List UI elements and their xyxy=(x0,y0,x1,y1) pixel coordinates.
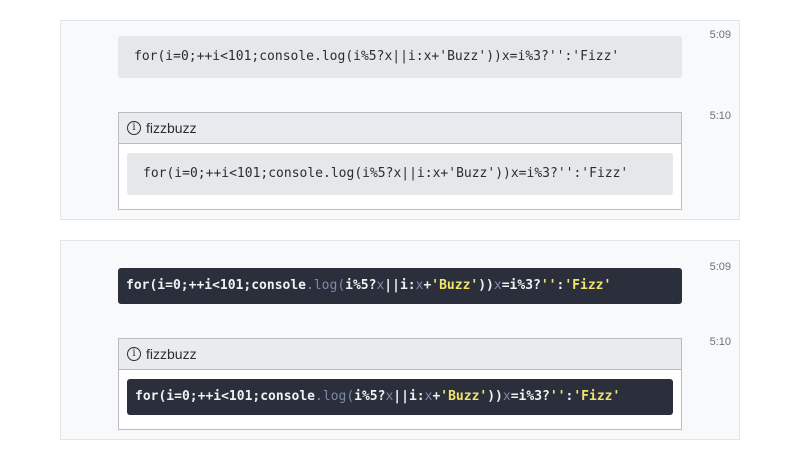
code-token: 'Fizz' xyxy=(564,278,612,293)
message-panel-light: 5:09 for(i=0;++i<101;console.log(i%5?x||… xyxy=(60,20,740,220)
attachment-title: fizzbuzz xyxy=(146,120,197,136)
code-token: )) xyxy=(478,278,494,293)
timestamp: 5:10 xyxy=(709,110,731,122)
code-token: '' xyxy=(540,278,557,293)
attachment-header[interactable]: i fizzbuzz xyxy=(119,339,681,370)
attachment-title: fizzbuzz xyxy=(146,346,197,362)
code-block[interactable]: for(i=0;++i<101;console.log(i%5?x||i:x+'… xyxy=(118,36,682,78)
code-token: =i%3? xyxy=(510,389,550,404)
code-token: for(i=0;++i<101;console xyxy=(126,278,307,293)
code-token: =i%3? xyxy=(501,278,541,293)
code-block[interactable]: for(i=0;++i<101;console.log(i%5?x||i:x+'… xyxy=(118,268,682,304)
info-icon: i xyxy=(127,347,141,361)
info-icon: i xyxy=(127,121,141,135)
attachment-header[interactable]: i fizzbuzz xyxy=(119,113,681,144)
code-token: ||i: xyxy=(393,389,425,404)
code-block[interactable]: for(i=0;++i<101;console.log(i%5?x||i:x+'… xyxy=(127,379,673,415)
code-attachment[interactable]: i fizzbuzz for(i=0;++i<101;console.log(i… xyxy=(118,338,682,430)
code-token: for(i=0;++i<101;console xyxy=(135,389,316,404)
message-panel-dark: 5:09 for(i=0;++i<101;console.log(i%5?x||… xyxy=(60,240,740,440)
code-token: ||i: xyxy=(384,278,416,293)
code-token: 'Buzz' xyxy=(431,278,479,293)
code-token: )) xyxy=(487,389,503,404)
code-token: x xyxy=(493,278,502,293)
code-token: '' xyxy=(549,389,566,404)
timestamp: 5:09 xyxy=(709,29,731,41)
timestamp: 5:09 xyxy=(709,261,731,273)
code-token: i%5? xyxy=(345,278,377,293)
code-attachment[interactable]: i fizzbuzz for(i=0;++i<101;console.log(i… xyxy=(118,112,682,210)
code-token: 'Fizz' xyxy=(573,389,621,404)
code-block[interactable]: for(i=0;++i<101;console.log(i%5?x||i:x+'… xyxy=(127,153,673,195)
code-token: .log( xyxy=(306,278,346,293)
code-token: i%5? xyxy=(354,389,386,404)
code-token: .log( xyxy=(315,389,355,404)
timestamp: 5:10 xyxy=(709,336,731,348)
code-token: 'Buzz' xyxy=(440,389,488,404)
code-token: x xyxy=(502,389,511,404)
